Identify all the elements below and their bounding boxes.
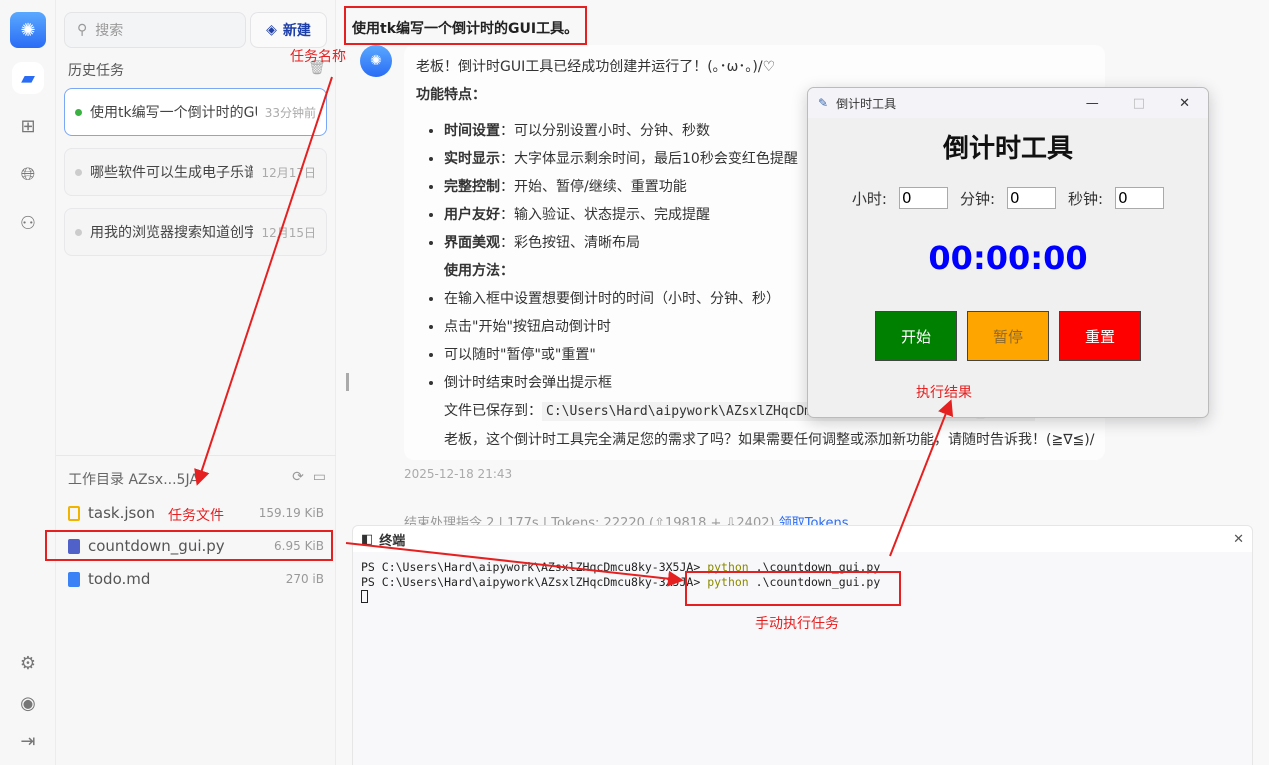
file-name: todo.md bbox=[88, 570, 151, 588]
history-heading: 历史任务 bbox=[68, 63, 124, 79]
settings-icon[interactable]: ⚙ bbox=[12, 647, 44, 679]
file-size: 159.19 KiB bbox=[258, 506, 324, 520]
workdir-label: 工作目录 AZsx...5JA bbox=[68, 472, 199, 488]
folder-icon[interactable]: ▭ bbox=[313, 469, 326, 485]
file-size: 270 iB bbox=[285, 572, 324, 586]
minute-label: 分钟: bbox=[959, 189, 996, 208]
sidebar: ⚲搜索 ◈新建 历史任务 🗑︎ 使用tk编写一个倒计时的GUI工具。33分钟前 … bbox=[56, 0, 336, 765]
status-dot bbox=[75, 168, 82, 176]
status-dot bbox=[75, 228, 82, 236]
file-size: 6.95 KiB bbox=[274, 539, 324, 553]
app-heading: 倒计时工具 bbox=[942, 134, 1073, 164]
terminal-cursor bbox=[361, 590, 368, 603]
divider bbox=[56, 455, 336, 456]
second-input[interactable] bbox=[1115, 187, 1165, 209]
terminal-title: 终端 bbox=[379, 533, 406, 549]
second-label: 秒钟: bbox=[1068, 189, 1104, 208]
app-logo-icon: ✺ bbox=[10, 12, 46, 48]
new-icon: ◈ bbox=[266, 22, 277, 38]
close-icon[interactable]: ✕ bbox=[1179, 96, 1190, 111]
logout-icon[interactable]: ⇥ bbox=[12, 725, 44, 757]
resize-handle[interactable] bbox=[346, 373, 349, 391]
account-icon[interactable]: ◉ bbox=[12, 687, 44, 719]
terminal-icon: ◧ bbox=[361, 531, 374, 547]
annotation-label: 手动执行任务 bbox=[755, 616, 839, 632]
new-task-button[interactable]: ◈ 新建 bbox=[250, 12, 327, 48]
start-button[interactable]: 开始 bbox=[875, 311, 957, 361]
workdir-header: 工作目录 AZsx...5JA ⟳ ▭ bbox=[68, 469, 326, 489]
status-dot bbox=[75, 108, 82, 116]
search-placeholder: 搜索 bbox=[95, 23, 124, 39]
globe-icon[interactable]: 🌐︎ bbox=[12, 158, 44, 190]
markdown-file-icon bbox=[68, 571, 80, 587]
task-time: 12月17日 bbox=[261, 165, 316, 180]
terminal-panel: ◧ 终端 ✕ PS C:\Users\Hard\aipywork\AZsxlZHqc… bbox=[352, 525, 1253, 765]
task-title: 用我的浏览器搜索知道创宇 bbox=[90, 225, 254, 241]
task-title: 哪些软件可以生成电子乐谱 bbox=[90, 165, 254, 181]
new-label: 新建 bbox=[282, 23, 311, 39]
icon-rail: ✺ ▰ ⊞ 🌐︎ ⚇ ⚙ ◉ ⇥ bbox=[0, 0, 56, 765]
users-icon[interactable]: ⚇ bbox=[12, 207, 44, 239]
task-item[interactable]: 用我的浏览器搜索知道创宇 12月15日 bbox=[64, 208, 327, 256]
closing-text: 老板，这个倒计时工具完全满足您的需求了吗？如果需要任何调整或添加新功能，请随时告… bbox=[444, 432, 1095, 448]
file-item[interactable]: todo.md 270 iB bbox=[68, 564, 324, 594]
apps-icon[interactable]: ⊞ bbox=[12, 110, 44, 142]
time-inputs: 小时: 分钟: 秒钟: bbox=[808, 187, 1208, 209]
task-item[interactable]: 哪些软件可以生成电子乐谱 12月17日 bbox=[64, 148, 327, 196]
refresh-icon[interactable]: ⟳ bbox=[292, 469, 304, 485]
task-time: 33分钟前 bbox=[264, 105, 316, 120]
window-titlebar[interactable]: ✎ 倒计时工具 — □ ✕ bbox=[808, 88, 1208, 118]
task-time: 12月15日 bbox=[261, 225, 316, 240]
assistant-avatar: ✺ bbox=[360, 45, 392, 77]
search-input[interactable]: ⚲ 搜索 bbox=[64, 12, 246, 48]
minute-input[interactable] bbox=[1007, 187, 1057, 209]
minimize-icon[interactable]: — bbox=[1086, 96, 1099, 111]
file-name: countdown_gui.py bbox=[88, 537, 225, 555]
search-icon: ⚲ bbox=[77, 22, 88, 38]
feather-icon: ✎ bbox=[818, 96, 829, 110]
countdown-display: 00:00:00 bbox=[928, 239, 1088, 277]
tasks-icon[interactable]: ▰ bbox=[12, 62, 44, 94]
intro-text: 老板！倒计时GUI工具已经成功创建并运行了！(｡･ω･｡)/♡ bbox=[416, 59, 776, 75]
python-file-icon bbox=[68, 538, 80, 554]
annotation-label: 任务文件 bbox=[168, 508, 224, 524]
json-file-icon bbox=[68, 505, 80, 521]
task-title: 使用tk编写一个倒计时的GUI工具。 bbox=[90, 105, 257, 121]
maximize-icon[interactable]: □ bbox=[1133, 96, 1145, 111]
annotation-label: 任务名称 bbox=[290, 49, 346, 65]
countdown-window: ✎ 倒计时工具 — □ ✕ 倒计时工具 小时: 分钟: 秒钟: 00:00:00 开始… bbox=[807, 87, 1209, 418]
task-item[interactable]: 使用tk编写一个倒计时的GUI工具。 33分钟前 bbox=[64, 88, 327, 136]
hour-label: 小时: bbox=[851, 189, 887, 208]
file-item[interactable]: countdown_gui.py 6.95 KiB bbox=[68, 531, 324, 561]
hour-input[interactable] bbox=[898, 187, 948, 209]
pause-button[interactable]: 暂停 bbox=[967, 311, 1049, 361]
message-timestamp: 2025-12-18 21:43 bbox=[404, 467, 513, 481]
user-message: 使用tk编写一个倒计时的GUI工具。 bbox=[352, 21, 579, 37]
file-name: task.json bbox=[88, 504, 156, 522]
close-icon[interactable]: ✕ bbox=[1233, 532, 1244, 547]
window-title: 倒计时工具 bbox=[836, 96, 897, 111]
annotation-label: 执行结果 bbox=[916, 385, 972, 401]
terminal-output[interactable]: PS C:\Users\Hard\aipywork\AZsxlZHqcDmcu8… bbox=[353, 552, 1252, 765]
reset-button[interactable]: 重置 bbox=[1059, 311, 1141, 361]
